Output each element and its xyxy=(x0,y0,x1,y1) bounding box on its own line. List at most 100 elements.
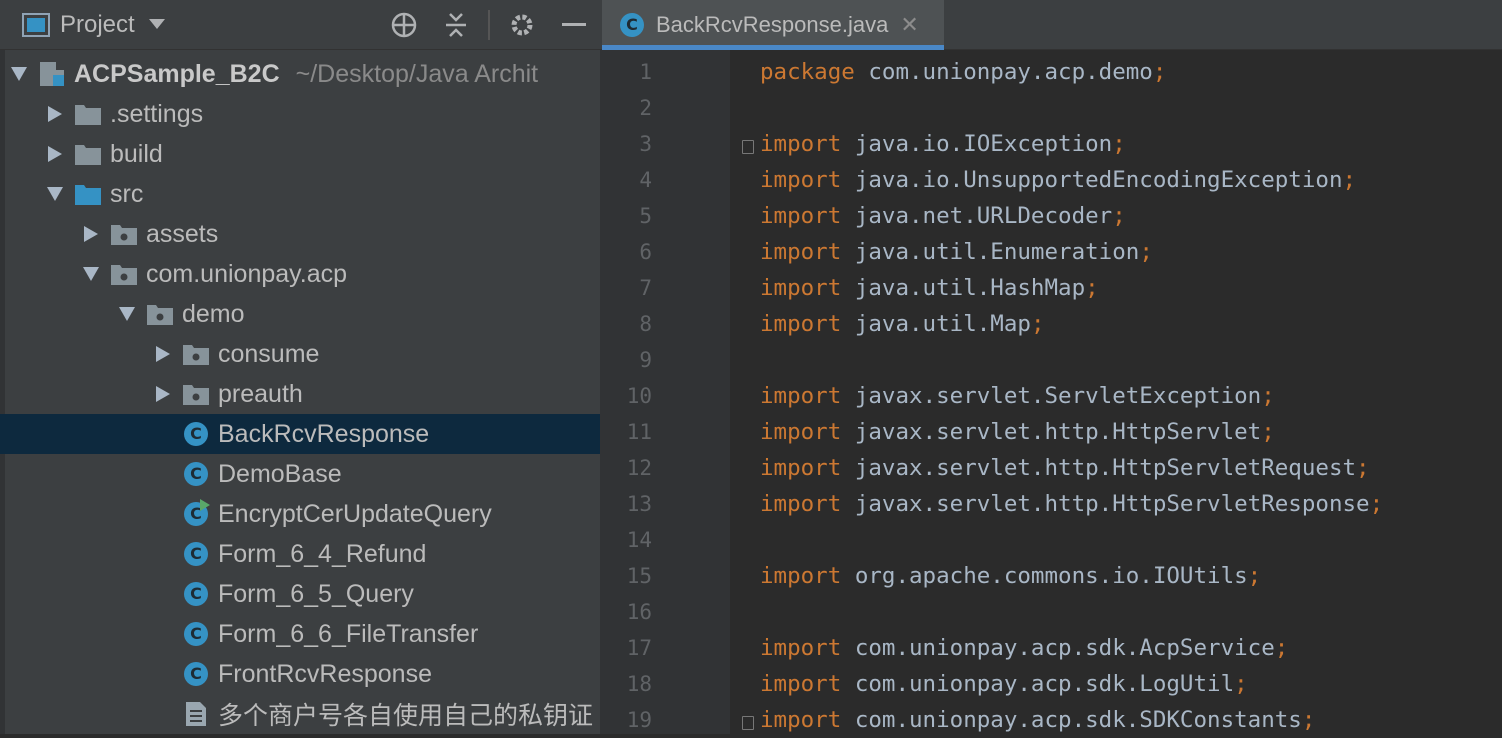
code-line[interactable]: import javax.servlet.http.HttpServletReq… xyxy=(760,450,1370,486)
code-line[interactable]: import java.util.Map; xyxy=(760,306,1044,342)
class-icon: C xyxy=(182,661,210,687)
tree-item[interactable]: 多个商户号各自使用自己的私钥证 xyxy=(0,694,600,734)
tree-item-label: demo xyxy=(182,299,245,328)
collapsed-arrow-icon[interactable] xyxy=(82,225,100,243)
tree-item[interactable]: preauth xyxy=(0,374,600,414)
tree-item[interactable]: C DemoBase xyxy=(0,454,600,494)
project-tool-window: Project ACPSample_B2C ~/Desktop/Java Arch… xyxy=(0,0,600,734)
semicolon: ; xyxy=(1085,275,1099,301)
code-line[interactable]: import java.util.Enumeration; xyxy=(760,234,1153,270)
tree-item[interactable]: C Form_6_4_Refund xyxy=(0,534,600,574)
tree-item[interactable]: consume xyxy=(0,334,600,374)
line-number: 13 xyxy=(626,492,652,516)
line-number: 7 xyxy=(639,276,652,300)
close-icon[interactable]: ✕ xyxy=(900,12,918,38)
collapse-all-icon[interactable] xyxy=(440,0,472,50)
expanded-arrow-icon[interactable] xyxy=(118,305,136,323)
line-number: 9 xyxy=(639,348,652,372)
code-line[interactable]: import javax.servlet.http.HttpServlet; xyxy=(760,414,1275,450)
line-number: 3 xyxy=(639,132,652,156)
keyword: import xyxy=(760,311,842,337)
tree-item[interactable]: assets xyxy=(0,214,600,254)
keyword: import xyxy=(760,635,842,661)
tree-item[interactable]: src xyxy=(0,174,600,214)
expanded-arrow-icon[interactable] xyxy=(82,265,100,283)
tab-backrcvresponse[interactable]: C BackRcvResponse.java ✕ xyxy=(602,0,944,50)
tree-item[interactable]: C FrontRcvResponse xyxy=(0,654,600,694)
class-icon: C xyxy=(620,13,644,37)
tree-item[interactable]: C Form_6_6_FileTransfer xyxy=(0,614,600,654)
code-line[interactable]: import org.apache.commons.io.IOUtils; xyxy=(760,558,1261,594)
tree-item-label: DemoBase xyxy=(218,459,342,488)
project-title: Project xyxy=(60,11,135,38)
text-file-icon xyxy=(182,701,210,727)
gear-icon[interactable] xyxy=(506,0,538,50)
collapsed-arrow-icon[interactable] xyxy=(46,145,64,163)
locate-crosshair-icon[interactable] xyxy=(388,0,420,50)
collapsed-arrow-icon[interactable] xyxy=(154,345,172,363)
tree-item[interactable]: .settings xyxy=(0,94,600,134)
qualified-name: java.io.UnsupportedEncodingException xyxy=(854,167,1343,193)
line-number: 10 xyxy=(626,384,652,408)
tree-item[interactable]: C Form_6_5_Query xyxy=(0,574,600,614)
tree-item[interactable]: com.unionpay.acp xyxy=(0,254,600,294)
tree-item-label: 多个商户号各自使用自己的私钥证 xyxy=(218,702,594,730)
keyword: import xyxy=(760,239,842,265)
tree-item[interactable]: C EncryptCerUpdateQuery xyxy=(0,494,600,534)
keyword: import xyxy=(760,383,842,409)
qualified-name: java.util.Map xyxy=(854,311,1031,337)
code-line[interactable]: import javax.servlet.ServletException; xyxy=(760,378,1275,414)
tree-item[interactable]: build xyxy=(0,134,600,174)
class-icon: C xyxy=(182,621,210,647)
code-line[interactable]: import java.io.IOException; xyxy=(760,126,1126,162)
qualified-name: com.unionpay.acp.sdk.AcpService xyxy=(854,635,1275,661)
semicolon: ; xyxy=(1247,563,1262,589)
code-line[interactable]: import com.unionpay.acp.sdk.LogUtil; xyxy=(760,666,1248,702)
tree-item[interactable]: ACPSample_B2C ~/Desktop/Java Archit xyxy=(0,54,600,94)
keyword: import xyxy=(760,671,842,697)
line-number: 5 xyxy=(639,204,652,228)
keyword: import xyxy=(760,491,842,517)
code-line[interactable]: import com.unionpay.acp.sdk.SDKConstants… xyxy=(760,702,1315,738)
package-icon xyxy=(182,341,210,367)
tree-item-label: consume xyxy=(218,339,320,368)
collapsed-arrow-icon[interactable] xyxy=(154,385,172,403)
line-number: 19 xyxy=(626,708,652,732)
keyword: import xyxy=(760,455,842,481)
semicolon: ; xyxy=(1356,455,1370,481)
tree-item-label: assets xyxy=(146,219,219,248)
code-line[interactable]: package com.unionpay.acp.demo; xyxy=(760,54,1166,90)
qualified-name: com.unionpay.acp.demo xyxy=(868,59,1153,85)
tree-item-label: preauth xyxy=(218,379,303,408)
expanded-arrow-icon[interactable] xyxy=(10,65,28,83)
fold-marker-icon[interactable] xyxy=(742,716,754,730)
code-line[interactable]: import com.unionpay.acp.sdk.AcpService; xyxy=(760,630,1288,666)
code-line[interactable]: import javax.servlet.http.HttpServletRes… xyxy=(760,486,1383,522)
keyword: import xyxy=(760,275,842,301)
line-number: 11 xyxy=(626,420,652,444)
line-number: 18 xyxy=(626,672,652,696)
tree-item-label: EncryptCerUpdateQuery xyxy=(218,499,492,528)
collapsed-arrow-icon[interactable] xyxy=(46,105,64,123)
class-icon: C xyxy=(182,461,210,487)
project-panel-header: Project xyxy=(0,0,600,50)
semicolon: ; xyxy=(1234,671,1248,697)
tree-item[interactable]: C BackRcvResponse xyxy=(0,414,600,454)
tree-item[interactable]: demo xyxy=(0,294,600,334)
qualified-name: java.io.IOException xyxy=(854,131,1113,157)
code-line[interactable]: import java.net.URLDecoder; xyxy=(760,198,1126,234)
expanded-arrow-icon[interactable] xyxy=(46,185,64,203)
tree-item-label: com.unionpay.acp xyxy=(146,259,348,288)
tree-item-label: .settings xyxy=(110,99,204,128)
package-icon xyxy=(110,261,138,287)
header-divider xyxy=(488,10,490,40)
project-view-selector[interactable]: Project xyxy=(60,0,165,50)
tree-item-label: Form_6_5_Query xyxy=(218,579,414,608)
code-editor[interactable]: C BackRcvResponse.java ✕ 1 2 3 4 5 6 7 8 9 10 11 12… xyxy=(600,0,1502,734)
code-line[interactable]: import java.io.UnsupportedEncodingExcept… xyxy=(760,162,1356,198)
semicolon: ; xyxy=(1030,311,1045,337)
package-icon xyxy=(182,381,210,407)
minimize-icon[interactable] xyxy=(558,0,590,50)
fold-marker-icon[interactable] xyxy=(742,140,754,154)
code-line[interactable]: import java.util.HashMap; xyxy=(760,270,1099,306)
